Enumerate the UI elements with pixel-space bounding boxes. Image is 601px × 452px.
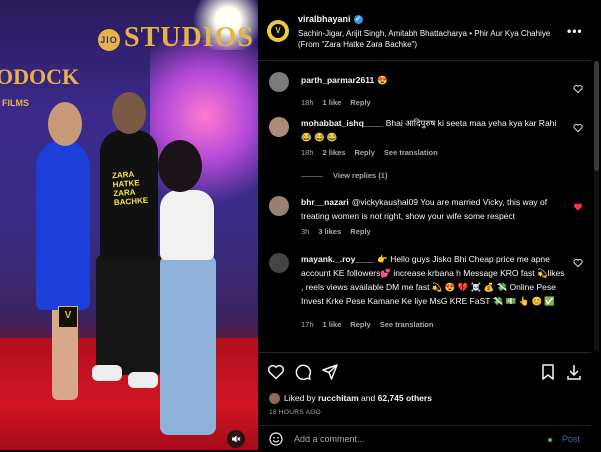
- avatar-logo: V: [271, 24, 285, 38]
- reply-button[interactable]: Reply: [350, 227, 370, 236]
- status-dot: [548, 438, 552, 442]
- scrollbar-thumb[interactable]: [594, 61, 599, 171]
- post-comment-button[interactable]: Post: [562, 434, 580, 444]
- person-head: [158, 140, 202, 192]
- reply-button[interactable]: Reply: [350, 98, 370, 107]
- download-icon[interactable]: [565, 363, 583, 381]
- commenter-avatar[interactable]: [269, 117, 289, 137]
- comment-text-block: parth_parmar2611 😍: [301, 73, 566, 87]
- more-options-button[interactable]: •••: [567, 24, 583, 38]
- brand-left-text: ODOCK: [0, 64, 80, 89]
- comment-username[interactable]: bhr__nazari: [301, 197, 349, 207]
- reply-button[interactable]: Reply: [350, 320, 370, 329]
- commenter-avatar[interactable]: [269, 72, 289, 92]
- comment-meta: 18h 1 like Reply: [301, 98, 380, 107]
- hoodie-print: ZARA HATKE ZARA BACHKE: [111, 169, 149, 208]
- comment-time[interactable]: 3h: [301, 227, 309, 236]
- comment-likes[interactable]: 3 likes: [318, 227, 341, 236]
- see-translation-button[interactable]: See translation: [380, 320, 434, 329]
- jio-badge: JIO: [98, 28, 120, 51]
- comment-likes[interactable]: 2 likes: [323, 148, 346, 157]
- liked-by-prefix: Liked by: [284, 393, 316, 403]
- commenter-avatar[interactable]: [269, 196, 289, 216]
- comment-text: 😍: [377, 75, 388, 85]
- save-bookmark-icon[interactable]: [539, 363, 557, 381]
- comment-meta: 17h 1 like Reply See translation: [301, 320, 443, 329]
- add-comment-bar: Add a comment... Post: [258, 425, 591, 452]
- comment-meta: 3h 3 likes Reply: [301, 227, 380, 236]
- liked-by: Liked by rucchitam and 62,745 others: [269, 393, 432, 405]
- reply-button[interactable]: Reply: [354, 148, 374, 157]
- comment-username[interactable]: mohabbat_ishq____: [301, 118, 383, 128]
- post-media[interactable]: JIO STUDIOS ODOCK FILMS ZARA HATKE ZARA B…: [0, 0, 258, 450]
- username-link[interactable]: viralbhayani ✓: [298, 14, 363, 25]
- username[interactable]: viralbhayani: [298, 14, 351, 24]
- speaker-muted-icon: [232, 435, 241, 443]
- post-timestamp[interactable]: 18 HOURS AGO: [269, 409, 321, 416]
- comment-likes[interactable]: 1 like: [323, 98, 342, 107]
- comment-time[interactable]: 17h: [301, 320, 314, 329]
- comment-username[interactable]: parth_parmar2611: [301, 75, 374, 85]
- person-blue-dress: [36, 140, 90, 310]
- mute-button[interactable]: [227, 430, 245, 448]
- person-head: [112, 92, 146, 134]
- post-sidebar: V viralbhayani ✓ Sachin-Jigar, Arijit Sin…: [258, 0, 601, 451]
- like-comment-heart-icon[interactable]: [573, 258, 583, 268]
- likes-count-link[interactable]: 62,745 others: [378, 393, 432, 403]
- comment-meta: 18h 2 likes Reply See translation: [301, 148, 447, 157]
- liker-avatar[interactable]: [269, 393, 280, 405]
- see-translation-button[interactable]: See translation: [384, 148, 438, 157]
- commenter-avatar[interactable]: [269, 253, 289, 273]
- person-white-top: [160, 190, 214, 260]
- share-paper-plane-icon[interactable]: [321, 363, 339, 381]
- verified-badge-icon: ✓: [353, 15, 363, 25]
- audio-link[interactable]: Sachin-Jigar, Arijit Singh, Amitabh Bhat…: [298, 28, 570, 50]
- post-actions: Liked by rucchitam and 62,745 others 18 …: [258, 352, 591, 451]
- comment-time[interactable]: 18h: [301, 98, 314, 107]
- person-jeans: [160, 255, 216, 435]
- person-trousers: [96, 255, 162, 375]
- comment-text-block: mohabbat_ishq____ Bhai आदिपुरुष ki seeta …: [301, 116, 566, 144]
- comment-time[interactable]: 18h: [301, 148, 314, 157]
- comments-scrollbar[interactable]: [594, 61, 599, 351]
- view-replies-button[interactable]: View replies (1): [301, 171, 387, 180]
- comment-text-block: mayank._.roy____ 👉 Hello guys Jisko Bhi C…: [301, 252, 566, 308]
- comments-list[interactable]: parth_parmar2611 😍 18h 1 like Reply mohabba…: [258, 61, 591, 351]
- shoe: [128, 372, 158, 388]
- brand-films-text: FILMS: [2, 98, 29, 108]
- comment-text-block: bhr__nazari @vickykaushal09 You are marri…: [301, 195, 566, 223]
- liked-comment-heart-icon[interactable]: [573, 202, 583, 212]
- watermark-logo: V: [58, 306, 78, 328]
- like-comment-heart-icon[interactable]: [573, 123, 583, 133]
- comment-username[interactable]: mayank._.roy____: [301, 254, 374, 264]
- brand-logo: JIO STUDIOS: [98, 22, 254, 54]
- like-heart-icon[interactable]: [267, 363, 285, 381]
- person-head: [48, 102, 82, 146]
- liker-username[interactable]: rucchitam: [318, 393, 359, 403]
- post-header: V viralbhayani ✓ Sachin-Jigar, Arijit Sin…: [258, 0, 591, 61]
- avatar[interactable]: V: [267, 20, 289, 42]
- comment-bubble-icon[interactable]: [294, 363, 312, 381]
- liked-by-and: and: [361, 393, 376, 403]
- brand-text: STUDIOS: [124, 22, 254, 53]
- view-replies-label[interactable]: View replies (1): [333, 171, 387, 180]
- comment-input[interactable]: Add a comment...: [294, 434, 365, 444]
- replies-divider: [301, 175, 323, 177]
- emoji-icon[interactable]: [269, 432, 283, 446]
- shoe: [92, 365, 122, 381]
- comment-likes[interactable]: 1 like: [323, 320, 342, 329]
- like-comment-heart-icon[interactable]: [573, 84, 583, 94]
